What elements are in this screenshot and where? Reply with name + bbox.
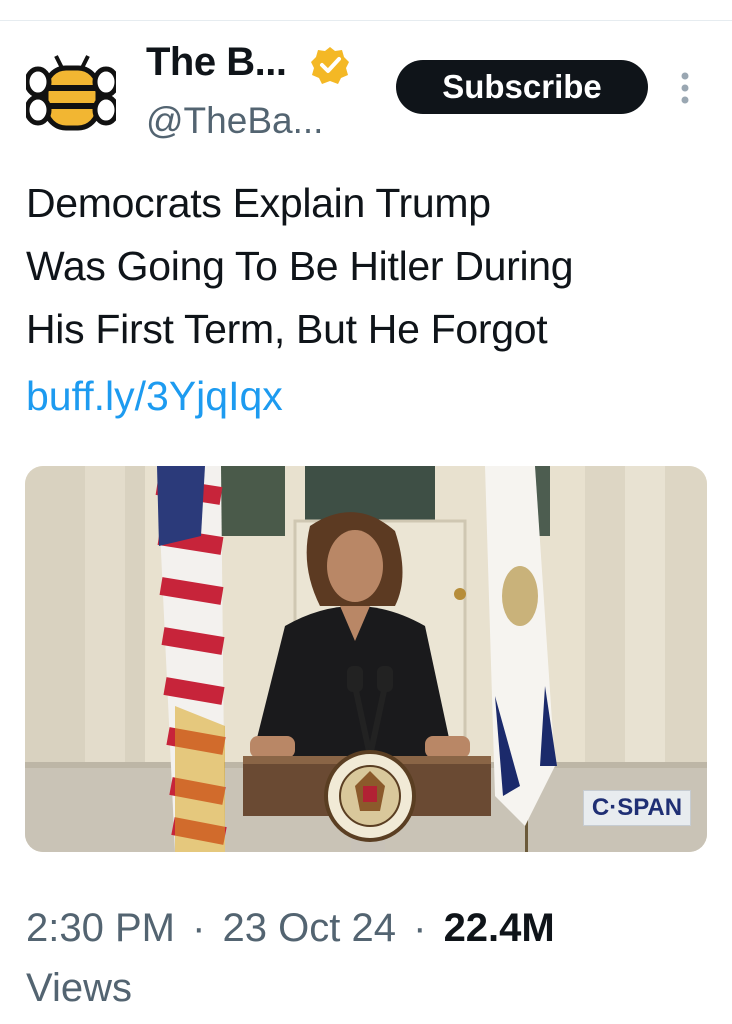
bee-logo-icon (24, 55, 120, 131)
top-divider (0, 20, 732, 21)
author-handle[interactable]: @TheBa... (146, 100, 323, 142)
cspan-watermark: C·SPAN (583, 790, 691, 826)
verified-badge-icon[interactable] (310, 45, 350, 85)
avatar-babylon-bee[interactable] (24, 52, 120, 138)
author-display-name[interactable]: The B... (146, 40, 287, 85)
more-options-icon[interactable] (670, 68, 700, 108)
tweet-time[interactable]: 2:30 PM (26, 906, 175, 950)
views-label[interactable]: Views (26, 966, 132, 1010)
separator: · (413, 906, 427, 950)
tweet-text: Democrats Explain Trump Was Going To Be … (26, 180, 574, 352)
separator: · (192, 906, 206, 950)
tweet-media-video[interactable]: C·SPAN (25, 466, 707, 852)
subscribe-button[interactable]: Subscribe (396, 60, 648, 114)
tweet-meta: 2:30 PM · 23 Oct 24 · 22.4M Views (26, 898, 716, 1018)
views-count[interactable]: 22.4M (444, 906, 555, 950)
tweet-link[interactable]: buff.ly/3YjqIqx (26, 366, 283, 426)
tweet-date[interactable]: 23 Oct 24 (223, 906, 396, 950)
